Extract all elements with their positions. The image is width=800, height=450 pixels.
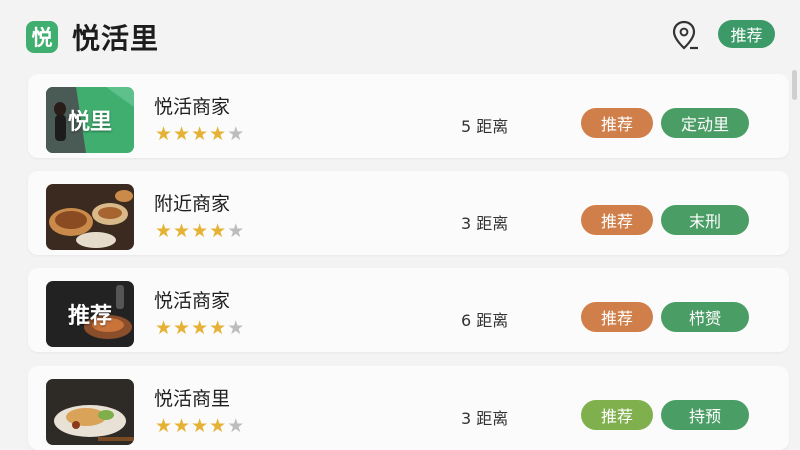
- star-filled-icon: ★: [155, 123, 173, 145]
- recommend-tag[interactable]: 推荐: [581, 302, 653, 332]
- merchant-card[interactable]: 附近商家 ★ ★ ★ ★ ★ 3 距离 推荐 末刑: [28, 171, 789, 255]
- star-empty-icon: ★: [227, 123, 245, 145]
- category-tag[interactable]: 栉赟: [661, 302, 749, 332]
- page-title: 悦活里: [72, 22, 160, 55]
- star-filled-icon: ★: [209, 123, 227, 145]
- star-empty-icon: ★: [227, 317, 245, 339]
- merchant-thumbnail: 推荐: [46, 281, 134, 347]
- distance-label: 5 距离: [461, 117, 509, 136]
- distance-label: 6 距离: [461, 311, 509, 330]
- map-pin-icon[interactable]: [670, 19, 700, 53]
- star-filled-icon: ★: [173, 220, 191, 242]
- recommend-tag[interactable]: 推荐: [581, 108, 653, 138]
- merchant-thumbnail: [46, 379, 134, 445]
- thumbnail-label: 推荐: [67, 304, 112, 329]
- star-filled-icon: ★: [155, 317, 173, 339]
- recommend-tag[interactable]: 推荐: [581, 205, 653, 235]
- scrollbar[interactable]: [792, 70, 797, 100]
- star-filled-icon: ★: [155, 220, 173, 242]
- category-tag[interactable]: 持预: [661, 400, 749, 430]
- merchant-thumbnail: 悦里: [46, 87, 134, 153]
- recommend-button[interactable]: 推荐: [718, 20, 775, 48]
- app-header: 悦 悦活里 推荐: [0, 0, 800, 70]
- star-filled-icon: ★: [209, 220, 227, 242]
- star-filled-icon: ★: [209, 317, 227, 339]
- star-filled-icon: ★: [173, 415, 191, 437]
- star-filled-icon: ★: [191, 317, 209, 339]
- star-rating: ★ ★ ★ ★ ★: [155, 124, 244, 144]
- star-filled-icon: ★: [173, 317, 191, 339]
- distance-label: 3 距离: [461, 409, 509, 428]
- star-empty-icon: ★: [227, 220, 245, 242]
- recommend-tag[interactable]: 推荐: [581, 400, 653, 430]
- app-logo: 悦: [26, 21, 58, 53]
- star-filled-icon: ★: [173, 123, 191, 145]
- merchant-card[interactable]: 悦里 悦活商家 ★ ★ ★ ★ ★ 5 距离 推荐 定动里: [28, 74, 789, 158]
- merchant-card[interactable]: 推荐 悦活商家 ★ ★ ★ ★ ★ 6 距离 推荐 栉赟: [28, 268, 789, 352]
- star-rating: ★ ★ ★ ★ ★: [155, 318, 244, 338]
- merchant-card[interactable]: 悦活商里 ★ ★ ★ ★ ★ 3 距离 推荐 持预: [28, 366, 789, 450]
- thumbnail-label: [46, 184, 134, 250]
- star-rating: ★ ★ ★ ★ ★: [155, 416, 244, 436]
- merchant-name: 悦活商家: [154, 96, 231, 118]
- thumbnail-label: [46, 379, 134, 445]
- distance-label: 3 距离: [461, 214, 509, 233]
- star-filled-icon: ★: [209, 415, 227, 437]
- category-tag[interactable]: 定动里: [661, 108, 749, 138]
- star-filled-icon: ★: [191, 415, 209, 437]
- star-filled-icon: ★: [155, 415, 173, 437]
- merchant-name: 附近商家: [154, 193, 231, 215]
- category-tag[interactable]: 末刑: [661, 205, 749, 235]
- star-filled-icon: ★: [191, 220, 209, 242]
- star-rating: ★ ★ ★ ★ ★: [155, 221, 244, 241]
- star-empty-icon: ★: [227, 415, 245, 437]
- merchant-thumbnail: [46, 184, 134, 250]
- star-filled-icon: ★: [191, 123, 209, 145]
- merchant-name: 悦活商家: [154, 290, 231, 312]
- merchant-name: 悦活商里: [154, 388, 231, 410]
- thumbnail-label: 悦里: [67, 110, 112, 135]
